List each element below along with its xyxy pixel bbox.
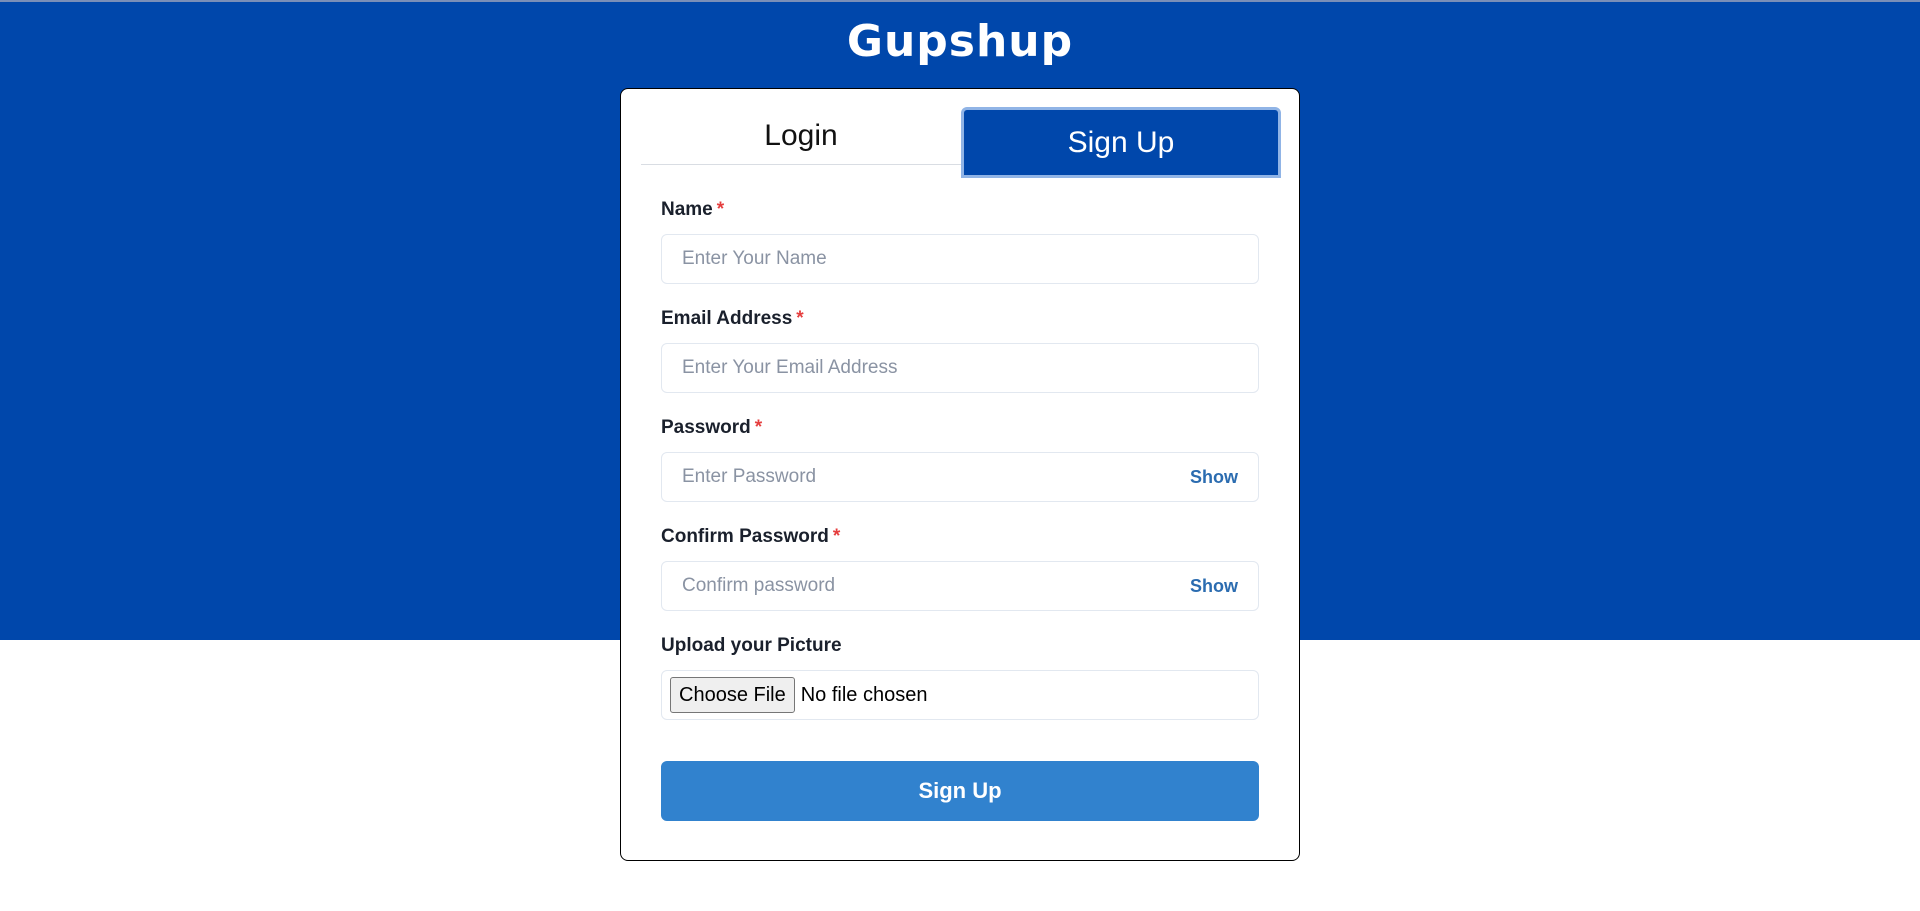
app-title: Gupshup	[846, 16, 1074, 67]
email-input-wrapper	[661, 343, 1259, 393]
picture-field-group: Upload your Picture Choose File No file …	[661, 633, 1259, 720]
required-mark: *	[832, 526, 841, 547]
choose-file-button[interactable]: Choose File	[670, 677, 795, 713]
confirm-password-label: Confirm Password *	[661, 526, 841, 547]
confirm-password-field-group: Confirm Password * Show	[661, 524, 1259, 611]
sign-up-submit-button[interactable]: Sign Up	[661, 761, 1259, 821]
auth-card: Login Sign Up Name* Email Address* Passw…	[620, 88, 1300, 861]
name-label: Name *	[661, 199, 725, 220]
auth-tabs: Login Sign Up	[641, 107, 1281, 178]
email-field-group: Email Address *	[661, 306, 1259, 393]
picture-label: Upload your Picture	[661, 635, 842, 656]
password-field-group: Password * Show	[661, 415, 1259, 502]
password-label: Password *	[661, 417, 763, 438]
tab-login[interactable]: Login	[641, 107, 961, 165]
email-input[interactable]	[662, 344, 1258, 392]
name-input-wrapper	[661, 234, 1259, 284]
email-label: Email Address *	[661, 308, 804, 329]
password-show-toggle[interactable]: Show	[1190, 453, 1238, 501]
confirm-password-show-toggle[interactable]: Show	[1190, 562, 1238, 610]
name-input[interactable]	[662, 235, 1258, 283]
password-input-wrapper: Show	[661, 452, 1259, 502]
confirm-password-input[interactable]	[662, 562, 1258, 610]
required-mark: *	[796, 308, 804, 329]
name-field-group: Name *	[661, 197, 1259, 284]
file-input-wrapper: Choose File No file chosen	[661, 670, 1259, 720]
required-mark: *	[754, 417, 763, 438]
file-status-text: No file chosen	[800, 683, 928, 706]
password-input[interactable]	[662, 453, 1258, 501]
required-mark: *	[716, 199, 725, 220]
tab-sign-up[interactable]: Sign Up	[961, 107, 1281, 178]
confirm-password-input-wrapper: Show	[661, 561, 1259, 611]
